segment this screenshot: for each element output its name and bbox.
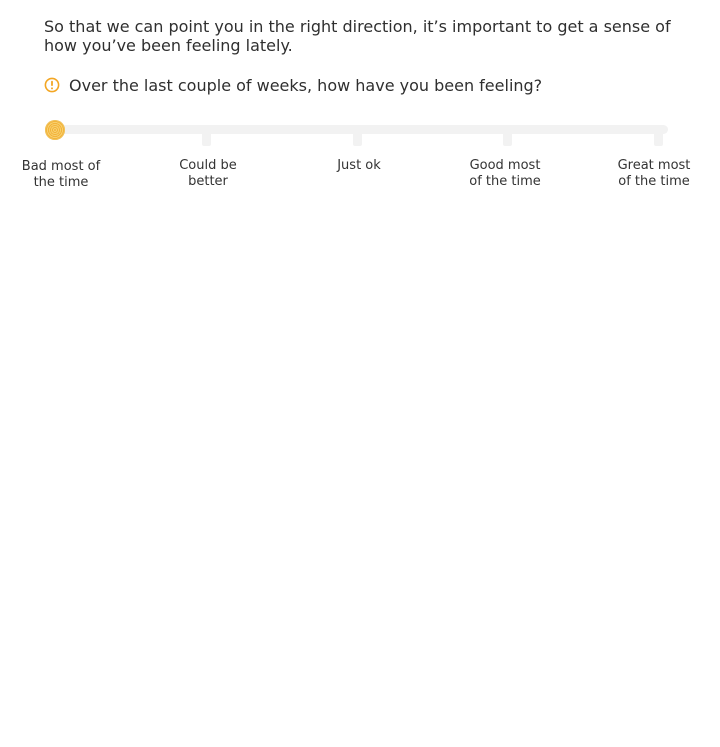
slider-tick-2 bbox=[353, 129, 362, 146]
slider-label-could-be-better[interactable]: Could be better bbox=[153, 158, 263, 190]
slider-thumb[interactable] bbox=[45, 120, 65, 140]
info-icon[interactable] bbox=[44, 77, 60, 93]
slider-tick-3 bbox=[503, 129, 512, 146]
feeling-slider[interactable] bbox=[44, 118, 674, 150]
intro-text: So that we can point you in the right di… bbox=[44, 17, 671, 55]
slider-label-just-ok[interactable]: Just ok bbox=[304, 158, 414, 174]
slider-label-good[interactable]: Good most of the time bbox=[450, 158, 560, 190]
question-text: Over the last couple of weeks, how have … bbox=[69, 75, 543, 95]
slider-label-bad[interactable]: Bad most of the time bbox=[6, 159, 116, 191]
question-row: Over the last couple of weeks, how have … bbox=[44, 74, 542, 96]
slider-tick-1 bbox=[202, 129, 211, 146]
slider-tick-4 bbox=[654, 129, 663, 146]
slider-label-great[interactable]: Great most of the time bbox=[599, 158, 709, 190]
